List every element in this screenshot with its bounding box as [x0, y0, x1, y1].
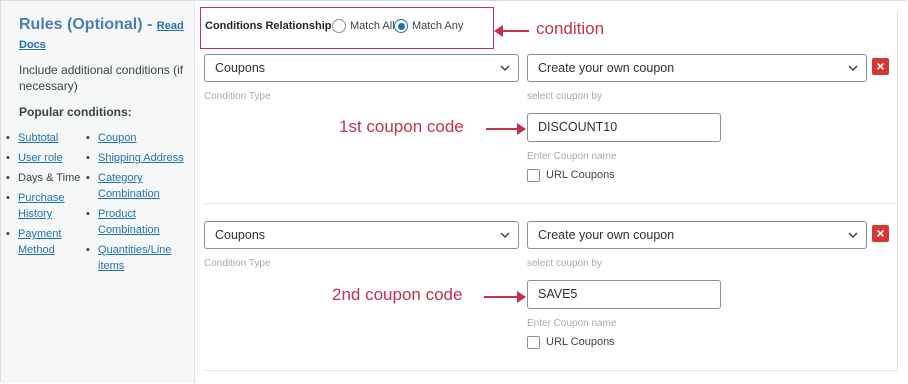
first-coupon-arrow [486, 123, 526, 135]
popular-conditions-list-left: Subtotal User role Days & Time Purchase … [6, 130, 86, 262]
chevron-down-icon [848, 232, 858, 239]
condition-type-select[interactable]: Coupons [204, 221, 519, 249]
condition-link-coupon[interactable]: Coupon [98, 132, 137, 144]
condition-days-time: Days & Time [18, 172, 81, 184]
conditions-relationship-label: Conditions Relationship [205, 20, 332, 32]
match-all-label[interactable]: Match All [350, 20, 395, 32]
popular-conditions-heading: Popular conditions: [19, 105, 132, 119]
list-item: Payment Method [6, 226, 86, 258]
condition-link-user-role[interactable]: User role [18, 152, 63, 164]
list-item: Purchase History [6, 190, 86, 222]
condition-type-hint: Condition Type [204, 258, 271, 269]
list-item: Product Combination [86, 206, 186, 238]
panel-edge [897, 10, 898, 370]
chevron-down-icon [500, 65, 510, 72]
coupon-by-hint: select coupon by [527, 258, 603, 269]
coupon-by-value: Create your own coupon [538, 228, 675, 242]
list-item: Category Combination [86, 170, 186, 202]
coupon-name-hint: Enter Coupon name [527, 318, 617, 329]
condition-link-shipping-address[interactable]: Shipping Address [98, 152, 184, 164]
list-item: Quantities/Line items [86, 242, 186, 274]
delete-rule-button[interactable]: × [872, 58, 889, 75]
condition-link-purchase-history[interactable]: Purchase History [18, 192, 64, 220]
url-coupons-label[interactable]: URL Coupons [546, 169, 615, 181]
coupon-by-hint: select coupon by [527, 91, 603, 102]
condition-type-value: Coupons [215, 228, 266, 242]
condition-arrow [494, 25, 529, 37]
second-coupon-annotation: 2nd coupon code [332, 285, 463, 304]
condition-annotation: condition [536, 19, 605, 38]
coupon-by-select[interactable]: Create your own coupon [527, 54, 867, 82]
rule-divider [205, 370, 897, 371]
condition-type-hint: Condition Type [204, 91, 271, 102]
popular-conditions-list-right: Coupon Shipping Address Category Combina… [86, 130, 186, 278]
delete-rule-button[interactable]: × [872, 225, 889, 242]
chevron-down-icon [500, 232, 510, 239]
match-any-radio[interactable] [394, 19, 408, 33]
coupon-by-value: Create your own coupon [538, 61, 675, 75]
rules-title: Rules (Optional) - Read Docs [19, 16, 189, 54]
coupon-name-input[interactable]: SAVE5 [527, 280, 721, 309]
rules-description: Include additional conditions (if necess… [19, 63, 184, 93]
condition-link-product-combination[interactable]: Product Combination [98, 208, 160, 236]
condition-link-quantities-line-items[interactable]: Quantities/Line items [98, 244, 171, 272]
url-coupons-label[interactable]: URL Coupons [546, 336, 615, 348]
condition-link-subtotal[interactable]: Subtotal [18, 132, 58, 144]
list-item: Days & Time [6, 170, 86, 186]
list-item: Shipping Address [86, 150, 186, 166]
list-item: Coupon [86, 130, 186, 146]
list-item: Subtotal [6, 130, 86, 146]
rules-title-text: Rules (Optional) - [19, 16, 153, 33]
match-any-label[interactable]: Match Any [412, 20, 463, 32]
first-coupon-annotation: 1st coupon code [339, 117, 464, 136]
second-coupon-arrow [484, 291, 526, 303]
coupon-name-input[interactable]: DISCOUNT10 [527, 113, 721, 142]
coupon-name-hint: Enter Coupon name [527, 151, 617, 162]
condition-type-value: Coupons [215, 61, 266, 75]
url-coupons-checkbox[interactable] [527, 336, 540, 349]
condition-link-category-combination[interactable]: Category Combination [98, 172, 160, 200]
conditions-relationship-box: Conditions Relationship Match All Match … [200, 7, 494, 49]
condition-link-payment-method[interactable]: Payment Method [18, 228, 61, 256]
coupon-by-select[interactable]: Create your own coupon [527, 221, 867, 249]
match-all-radio[interactable] [332, 19, 346, 33]
rule-divider [205, 203, 897, 204]
condition-type-select[interactable]: Coupons [204, 54, 519, 82]
url-coupons-checkbox[interactable] [527, 169, 540, 182]
list-item: User role [6, 150, 86, 166]
chevron-down-icon [848, 65, 858, 72]
